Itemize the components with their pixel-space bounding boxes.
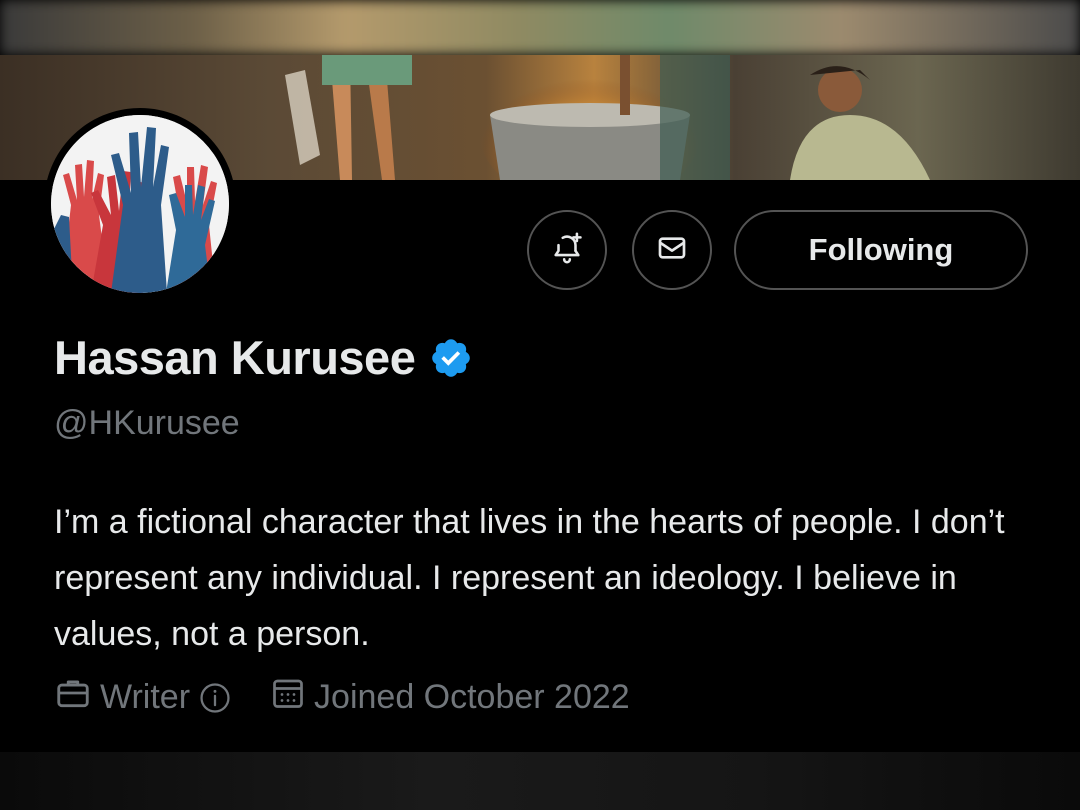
following-button[interactable]: Following (734, 210, 1028, 290)
avatar[interactable] (44, 108, 236, 300)
profile-meta: Writer Joined October 2022 (54, 674, 630, 721)
envelope-icon (656, 232, 688, 269)
name-row: Hassan Kurusee (54, 330, 473, 385)
bell-plus-icon (550, 231, 584, 270)
photo-frame-bottom (0, 752, 1080, 810)
profession-item: Writer (54, 674, 240, 721)
verified-badge-icon[interactable] (429, 336, 473, 380)
bio-text: I’m a fictional character that lives in … (54, 503, 1005, 653)
profession-label: Writer (100, 678, 191, 716)
joined-item: Joined October 2022 (270, 675, 630, 720)
info-icon[interactable] (198, 681, 240, 715)
avatar-image (51, 115, 229, 293)
photo-frame-top (0, 0, 1080, 55)
user-handle: @HKurusee (54, 404, 240, 442)
message-button[interactable] (632, 210, 712, 290)
notify-button[interactable] (527, 210, 607, 290)
calendar-icon (270, 675, 314, 720)
briefcase-icon (54, 674, 100, 721)
joined-date: Joined October 2022 (314, 678, 630, 716)
profile-screen: Following Hassan Kurusee @HKurusee I’m a… (0, 0, 1080, 810)
display-name: Hassan Kurusee (54, 331, 416, 384)
